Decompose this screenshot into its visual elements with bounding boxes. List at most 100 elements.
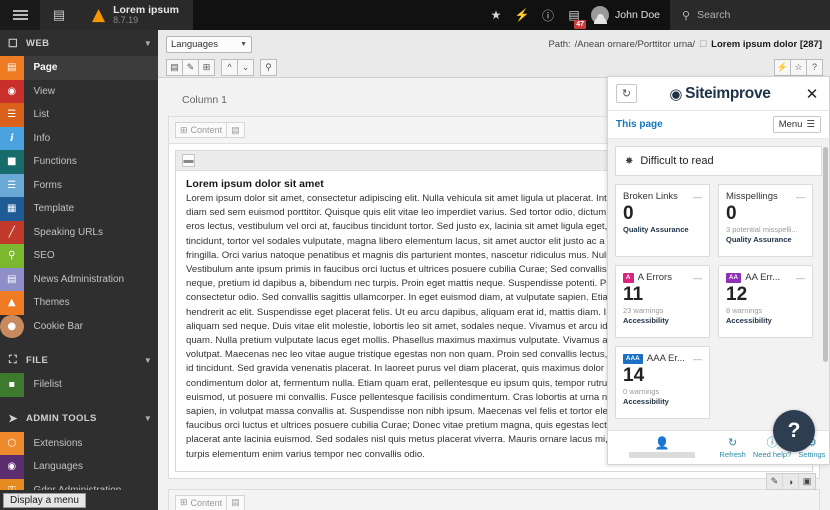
sidebar-item-cookie-bar[interactable]: ● Cookie Bar (0, 315, 158, 339)
siteimprove-logo: ◉ Siteimprove (637, 85, 803, 103)
add-content-button[interactable]: ⊞ Content (175, 495, 227, 510)
user-name-placeholder (629, 452, 695, 458)
file-image-icon: ⛶ (0, 354, 26, 367)
card-trend-dash: — (693, 354, 702, 364)
sidebar-item-label: Info (24, 133, 51, 144)
language-select-value: Languages (171, 39, 218, 50)
save-button[interactable]: ▤ (166, 59, 183, 76)
card-category: Accessibility (726, 316, 805, 326)
sidebar-item-themes[interactable]: ▲ Themes (0, 291, 158, 315)
avatar (591, 6, 609, 24)
sidebar-item-label: Template (24, 203, 75, 214)
sidebar-item-functions[interactable]: ■ Functions (0, 150, 158, 174)
sidebar-toggle-button[interactable] (0, 0, 40, 30)
sidebar-group-file[interactable]: ⛶ FILE ▼ (0, 347, 158, 373)
card-trend-dash: — (693, 192, 702, 202)
siteimprove-card[interactable]: Misspellings—03 potential misspelli...Qu… (718, 184, 813, 257)
chevron-down-icon: ▼ (138, 39, 158, 48)
sidebar-item-label: SEO (24, 250, 55, 261)
toolbar-icons: ★ ⚡ ⓘ ▤ 47 John Doe (483, 0, 670, 30)
sidebar-item-page[interactable]: ▤ Page (0, 56, 158, 80)
hamburger-menu-icon: ☰ (806, 119, 815, 130)
card-subtext: 8 warnings (726, 306, 805, 316)
languages-globe-icon: ◉ (0, 455, 24, 479)
sidebar-item-speaking-urls[interactable]: ╱ Speaking URLs (0, 221, 158, 245)
search-button[interactable]: ⚲ (260, 59, 277, 76)
sidebar-group-web[interactable]: ☐ WEB ▼ (0, 30, 158, 56)
sidebar-item-news-administration[interactable]: ▤ News Administration (0, 268, 158, 292)
paste-content-icon: ▤ (231, 125, 240, 136)
siteimprove-card[interactable]: Broken Links—0Quality Assurance (615, 184, 710, 257)
username-label: John Doe (615, 9, 660, 21)
siteimprove-subheader: This page Menu ☰ (608, 111, 829, 139)
siteimprove-footer-refresh[interactable]: ↻Refresh (720, 437, 746, 459)
siteimprove-card[interactable]: AAAAAA Er...—140 warningsAccessibility (615, 346, 710, 419)
hide-element-icon[interactable]: ◑ (783, 474, 799, 489)
sidebar-item-languages[interactable]: ◉ Languages (0, 455, 158, 479)
chevron-down-icon: ▼ (240, 41, 247, 48)
sidebar-group-label: ADMIN TOOLS (26, 413, 138, 424)
sidebar-item-label: Functions (24, 156, 77, 167)
siteimprove-card[interactable]: AAAA Err...—128 warningsAccessibility (718, 265, 813, 338)
new-content-button[interactable]: ⊞ (198, 59, 215, 76)
save-icon: ▤ (170, 62, 179, 73)
edit-pencil-icon[interactable]: ✎ (767, 474, 783, 489)
sidebar-group-admin-tools[interactable]: ➤ ADMIN TOOLS ▼ (0, 406, 158, 432)
sidebar-item-filelist[interactable]: ▪ Filelist (0, 373, 158, 397)
close-icon[interactable]: ✕ (803, 85, 821, 103)
sidebar-item-label: Filelist (24, 379, 62, 390)
help-icon[interactable]: ⓘ (535, 0, 561, 30)
typo3-backend: ▤ ▲ Lorem ipsum 8.7.19 ★ ⚡ ⓘ ▤ 47 John D… (0, 0, 830, 510)
sidebar-item-seo[interactable]: ⚲ SEO (0, 244, 158, 268)
search-input[interactable]: ⚲ Search (670, 0, 830, 30)
breadcrumb: Path: /Anean ornare/Porttitor urna/ ☐ Lo… (548, 39, 822, 50)
move-up-button[interactable]: ^ (221, 59, 238, 76)
scrollbar[interactable] (823, 147, 828, 362)
sidebar-item-label: View (24, 86, 56, 97)
sidebar-item-extensions[interactable]: ⬡ Extensions (0, 432, 158, 456)
refresh-icon[interactable]: ↻ (616, 84, 637, 103)
this-page-link[interactable]: This page (616, 119, 663, 130)
module-menu-button[interactable]: ▤ (40, 0, 78, 30)
cookie-icon: ● (0, 315, 24, 339)
bookmark-star-icon[interactable]: ★ (483, 0, 509, 30)
sidebar-item-template[interactable]: ▦ Template (0, 197, 158, 221)
bookmark-button[interactable]: ☆ (790, 59, 807, 76)
sidebar-item-view[interactable]: ◉ View (0, 80, 158, 104)
add-content-icon: ⊞ (180, 125, 188, 136)
flash-icon: ⚡ (777, 62, 788, 73)
move-down-button[interactable]: ⌄ (237, 59, 254, 76)
card-category: Quality Assurance (623, 225, 702, 235)
path-value: /Anean ornare/Porttitor urna/ (575, 39, 695, 50)
chevron-down-icon: ▼ (138, 414, 158, 423)
status-tooltip: Display a menu (3, 493, 86, 508)
seo-magnifier-icon: ⚲ (0, 244, 24, 268)
sidebar-item-list[interactable]: ☰ List (0, 103, 158, 127)
sidebar-item-label: Themes (24, 297, 70, 308)
readability-alert[interactable]: ✸ Difficult to read (615, 146, 822, 176)
element-edit-toolbar: ✎ ◑ ▣ (766, 473, 816, 490)
sidebar-item-forms[interactable]: ☰ Forms (0, 174, 158, 198)
notifications-icon[interactable]: ▤ 47 (561, 0, 587, 30)
flash-clearcache-icon[interactable]: ⚡ (509, 0, 535, 30)
clear-cache-button[interactable]: ⚡ (774, 59, 791, 76)
card-subtext: 3 potential misspelli... (726, 225, 805, 235)
card-trend-dash: — (796, 273, 805, 283)
user-menu-button[interactable]: John Doe (587, 0, 670, 30)
delete-trash-icon[interactable]: ▣ (799, 474, 815, 489)
sidebar-item-info[interactable]: i Info (0, 127, 158, 151)
paste-content-button[interactable]: ▤ (226, 122, 245, 138)
card-title: A Errors (638, 272, 689, 283)
siteimprove-user[interactable]: 👤 (608, 438, 716, 458)
help-button[interactable]: ? (806, 59, 823, 76)
siteimprove-card[interactable]: AA Errors—1123 warningsAccessibility (615, 265, 710, 338)
add-content-button[interactable]: ⊞ Content (175, 122, 227, 138)
status-bar: Display a menu (0, 490, 158, 510)
help-bubble-icon[interactable]: ? (773, 410, 815, 452)
siteimprove-menu-button[interactable]: Menu ☰ (773, 116, 821, 133)
language-select[interactable]: Languages ▼ (166, 36, 252, 53)
edit-page-button[interactable]: ✎ (182, 59, 199, 76)
paste-content-button[interactable]: ▤ (226, 495, 245, 510)
typo3-logo: ▲ (92, 7, 105, 24)
search-icon: ⚲ (682, 9, 690, 22)
